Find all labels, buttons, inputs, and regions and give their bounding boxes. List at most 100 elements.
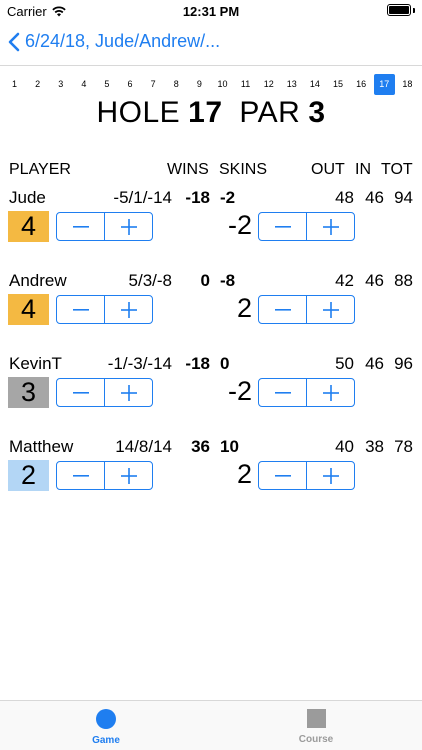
decrease-skin-button[interactable] <box>259 213 306 240</box>
battery-icon <box>387 4 411 16</box>
hole-button-18[interactable]: 18 <box>397 74 418 95</box>
hole-score: 2 <box>8 460 49 491</box>
skin-value: -2 <box>227 376 252 406</box>
hole-button-16[interactable]: 16 <box>351 74 372 95</box>
player-name: Andrew <box>9 271 67 290</box>
skins-total: 10 <box>220 437 239 456</box>
minus-icon <box>274 474 291 477</box>
player-name: KevinT <box>9 354 62 373</box>
skin-stepper <box>258 378 355 407</box>
minus-icon <box>72 308 89 311</box>
skins-column-header: SKINS <box>219 161 268 178</box>
status-bar: Carrier 12:31 PM <box>0 0 422 22</box>
tab-bar: Game Course <box>0 700 422 750</box>
tot-column-header: TOT <box>381 161 413 178</box>
tab-course-label: Course <box>298 734 334 745</box>
decrease-score-button[interactable] <box>57 462 104 489</box>
hole-button-4[interactable]: 4 <box>73 74 94 95</box>
decrease-skin-button[interactable] <box>259 296 306 323</box>
player-row: Jude -5/1/-14 -18 -2 48 46 94 4 -2 <box>0 188 422 270</box>
status-time: 12:31 PM <box>182 4 240 19</box>
hole-header: HOLE 17 PAR 3 <box>0 96 422 130</box>
decrease-score-button[interactable] <box>57 213 104 240</box>
hole-button-5[interactable]: 5 <box>96 74 117 95</box>
hole-score: 3 <box>8 377 49 408</box>
in-score: 46 <box>365 188 384 207</box>
out-score: 48 <box>335 188 354 207</box>
score-stepper <box>56 461 153 490</box>
back-button[interactable]: 6/24/18, Jude/Andrew/... <box>8 31 220 52</box>
hole-button-8[interactable]: 8 <box>166 74 187 95</box>
battery-indicator <box>387 4 415 16</box>
plus-icon <box>322 467 339 484</box>
hole-button-7[interactable]: 7 <box>143 74 164 95</box>
wins-detail: -1/-3/-14 <box>107 354 172 373</box>
in-column-header: IN <box>355 161 371 178</box>
hole-button-2[interactable]: 2 <box>27 74 48 95</box>
minus-icon <box>72 225 89 228</box>
tab-game[interactable]: Game <box>66 709 146 746</box>
hole-button-1[interactable]: 1 <box>4 74 25 95</box>
decrease-skin-button[interactable] <box>259 379 306 406</box>
hole-button-10[interactable]: 10 <box>212 74 233 95</box>
decrease-score-button[interactable] <box>57 296 104 323</box>
plus-icon <box>120 467 137 484</box>
skin-stepper <box>258 461 355 490</box>
par-label: PAR <box>239 96 301 129</box>
hole-button-14[interactable]: 14 <box>304 74 325 95</box>
decrease-score-button[interactable] <box>57 379 104 406</box>
hole-label: HOLE <box>96 96 181 129</box>
wins-detail: -5/1/-14 <box>113 188 172 207</box>
hole-button-6[interactable]: 6 <box>120 74 141 95</box>
score-stepper <box>56 295 153 324</box>
wins-total: -18 <box>185 188 210 207</box>
minus-icon <box>72 391 89 394</box>
player-name: Matthew <box>9 437 74 456</box>
wins-detail: 14/8/14 <box>115 437 172 456</box>
skin-stepper <box>258 295 355 324</box>
minus-icon <box>72 474 89 477</box>
player-row: KevinT -1/-3/-14 -18 0 50 46 96 3 -2 <box>0 354 422 436</box>
increase-score-button[interactable] <box>104 296 152 323</box>
increase-score-button[interactable] <box>104 379 152 406</box>
wins-detail: 5/3/-8 <box>128 271 172 290</box>
skin-stepper <box>258 212 355 241</box>
minus-icon <box>274 308 291 311</box>
plus-icon <box>322 384 339 401</box>
plus-icon <box>322 301 339 318</box>
hole-selector: 1 2 3 4 5 6 7 8 9 10 11 12 13 14 15 16 17 18 <box>4 72 418 96</box>
out-score: 50 <box>335 354 354 373</box>
chevron-left-icon <box>8 32 20 51</box>
increase-score-button[interactable] <box>104 213 152 240</box>
tab-game-label: Game <box>92 735 120 746</box>
hole-button-11[interactable]: 11 <box>235 74 256 95</box>
increase-skin-button[interactable] <box>306 296 354 323</box>
increase-skin-button[interactable] <box>306 462 354 489</box>
increase-skin-button[interactable] <box>306 379 354 406</box>
total-score: 78 <box>394 437 413 456</box>
wins-column-header: WINS <box>167 161 209 178</box>
increase-score-button[interactable] <box>104 462 152 489</box>
plus-icon <box>322 218 339 235</box>
hole-button-13[interactable]: 13 <box>281 74 302 95</box>
hole-button-9[interactable]: 9 <box>189 74 210 95</box>
wins-total: 36 <box>191 437 210 456</box>
decrease-skin-button[interactable] <box>259 462 306 489</box>
increase-skin-button[interactable] <box>306 213 354 240</box>
hole-button-17[interactable]: 17 <box>373 73 395 95</box>
wins-total: 0 <box>200 271 210 290</box>
plus-icon <box>120 218 137 235</box>
wins-total: -18 <box>185 354 210 373</box>
hole-button-3[interactable]: 3 <box>50 74 71 95</box>
player-column-header: PLAYER <box>9 161 71 178</box>
hole-button-15[interactable]: 15 <box>328 74 349 95</box>
player-name: Jude <box>9 188 46 207</box>
square-icon <box>306 709 326 728</box>
in-score: 38 <box>365 437 384 456</box>
player-row: Matthew 14/8/14 36 10 40 38 78 2 2 <box>0 437 422 519</box>
skin-value: 2 <box>236 459 252 489</box>
tab-course[interactable]: Course <box>276 709 356 745</box>
skins-total: -8 <box>220 271 236 290</box>
hole-button-12[interactable]: 12 <box>258 74 279 95</box>
back-title: 6/24/18, Jude/Andrew/... <box>25 31 221 51</box>
